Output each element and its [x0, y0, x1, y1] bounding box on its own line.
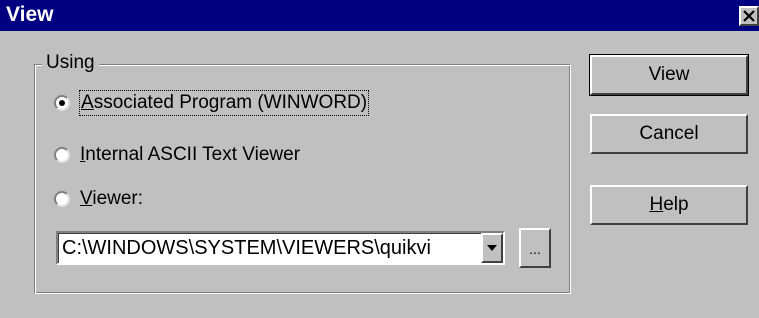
browse-button[interactable]: ... — [519, 228, 551, 268]
title-bar[interactable]: View — [0, 0, 759, 31]
group-label: Using — [42, 51, 99, 75]
viewer-path-value[interactable]: C:\WINDOWS\SYSTEM\VIEWERS\quikvi — [62, 236, 480, 260]
radio-label-internal-ascii-viewer: Internal ASCII Text Viewer — [80, 144, 301, 165]
view-button[interactable]: View — [589, 54, 749, 96]
cancel-button-label: Cancel — [639, 123, 699, 144]
view-button-label: View — [648, 64, 690, 85]
radio-label-associated-program: Associated Program (WINWORD) — [78, 90, 370, 116]
dropdown-button[interactable] — [481, 233, 503, 263]
help-button[interactable]: Help — [590, 185, 748, 225]
radio-viewer[interactable]: Viewer: — [54, 186, 143, 212]
window-title: View — [6, 3, 54, 26]
cancel-button[interactable]: Cancel — [590, 114, 748, 154]
radio-dot-icon — [59, 100, 65, 106]
radio-button-checked[interactable] — [54, 95, 70, 111]
radio-associated-program[interactable]: Associated Program (WINWORD) — [54, 90, 370, 116]
radio-label-viewer: Viewer: — [80, 188, 144, 209]
view-dialog: View Using Associated Program (WINWORD) … — [0, 0, 759, 318]
viewer-path-combobox[interactable]: C:\WINDOWS\SYSTEM\VIEWERS\quikvi — [56, 231, 505, 265]
radio-button[interactable] — [54, 191, 70, 207]
help-button-label: Help — [649, 194, 689, 215]
radio-button[interactable] — [54, 147, 70, 163]
close-button[interactable] — [739, 6, 759, 26]
close-icon — [743, 10, 755, 22]
chevron-down-icon — [487, 245, 497, 251]
radio-internal-ascii-viewer[interactable]: Internal ASCII Text Viewer — [54, 142, 300, 168]
